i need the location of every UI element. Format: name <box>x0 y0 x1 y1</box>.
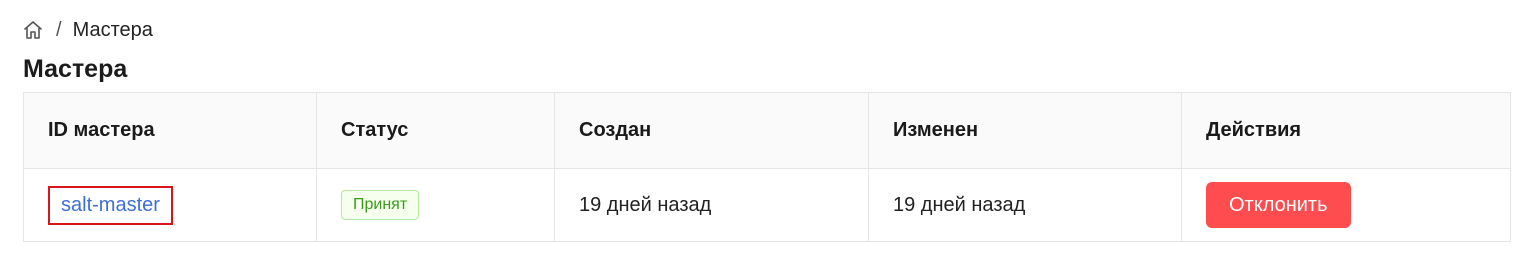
cell-created: 19 дней назад <box>554 168 869 242</box>
column-header-master-id: ID мастера <box>23 92 317 169</box>
status-badge: Принят <box>341 190 420 220</box>
column-header-modified: Изменен <box>868 92 1182 169</box>
cell-modified: 19 дней назад <box>868 168 1182 242</box>
reject-button[interactable]: Отклонить <box>1206 182 1351 228</box>
breadcrumb-separator: / <box>56 18 62 41</box>
column-header-status: Статус <box>316 92 555 169</box>
column-header-actions: Действия <box>1181 92 1511 169</box>
masters-table: ID мастера Статус Создан Изменен Действи… <box>23 92 1511 242</box>
table-header-row: ID мастера Статус Создан Изменен Действи… <box>23 92 1511 169</box>
master-id-link[interactable]: salt-master <box>48 185 173 225</box>
home-icon[interactable] <box>22 19 44 41</box>
cell-status: Принят <box>316 168 555 242</box>
cell-actions: Отклонить <box>1181 168 1511 242</box>
page-title: Мастера <box>23 55 128 83</box>
table-row: salt-master Принят 19 дней назад 19 дней… <box>23 168 1511 242</box>
column-header-created: Создан <box>554 92 869 169</box>
breadcrumb-current: Мастера <box>72 18 153 41</box>
breadcrumb: / Мастера <box>22 17 153 43</box>
cell-master-id: salt-master <box>23 168 317 242</box>
masters-page: / Мастера Мастера ID мастера Статус Созд… <box>0 0 1529 263</box>
